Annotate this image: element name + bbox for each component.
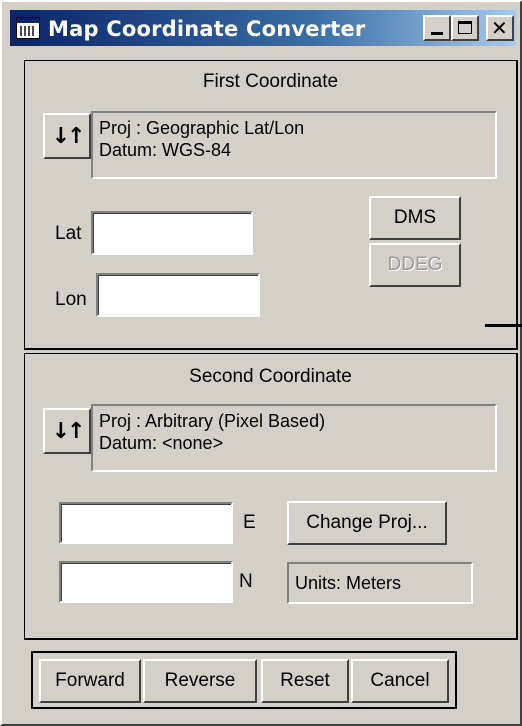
easting-label: E (243, 512, 256, 533)
second-coordinate-group: Second Coordinate ↓↑ Proj : Arbitrary (P… (24, 353, 518, 640)
first-projection-info: Proj : Geographic Lat/Lon Datum: WGS-84 (91, 111, 497, 179)
second-coordinate-title: Second Coordinate (189, 366, 352, 387)
maximize-icon (458, 21, 472, 34)
units-display: Units: Meters (287, 562, 473, 604)
swap-arrows-icon: ↓↑ (51, 123, 86, 149)
reset-button[interactable]: Reset (261, 659, 349, 703)
swap-arrows-icon: ↓↑ (51, 418, 86, 444)
first-datum-text: Datum: WGS-84 (99, 140, 232, 160)
forward-button[interactable]: Forward (39, 659, 141, 703)
second-datum-text: Datum: <none> (99, 433, 224, 453)
minimize-button[interactable] (423, 15, 451, 41)
reverse-button[interactable]: Reverse (143, 659, 257, 703)
easting-input[interactable] (59, 502, 233, 544)
dms-button[interactable]: DMS (369, 196, 461, 240)
close-button[interactable]: ✕ (486, 15, 514, 41)
lon-label: Lon (55, 289, 87, 310)
lon-input[interactable] (96, 273, 260, 317)
second-swap-button[interactable]: ↓↑ (43, 408, 91, 454)
first-coordinate-title: First Coordinate (202, 71, 339, 92)
lat-input[interactable] (91, 211, 253, 255)
maximize-button[interactable] (451, 15, 479, 41)
lat-label: Lat (55, 223, 82, 244)
northing-label: N (239, 571, 253, 592)
first-coordinate-group: First Coordinate ↓↑ Proj : Geographic La… (24, 60, 518, 350)
app-icon[interactable] (16, 17, 40, 39)
action-button-frame: Forward Reverse Reset Cancel (31, 651, 457, 709)
northing-input[interactable] (59, 561, 233, 603)
window-title: Map Coordinate Converter (48, 17, 366, 41)
minimize-icon (431, 32, 443, 35)
first-swap-button[interactable]: ↓↑ (43, 113, 91, 159)
cancel-button[interactable]: Cancel (351, 659, 449, 703)
converter-window: Map Coordinate Converter ✕ First Coordin… (0, 0, 522, 726)
change-proj-button[interactable]: Change Proj... (287, 501, 447, 545)
close-icon: ✕ (491, 16, 508, 40)
title-bar[interactable]: Map Coordinate Converter ✕ (10, 10, 516, 46)
second-projection-info: Proj : Arbitrary (Pixel Based) Datum: <n… (91, 404, 497, 472)
first-proj-text: Proj : Geographic Lat/Lon (99, 118, 305, 138)
second-proj-text: Proj : Arbitrary (Pixel Based) (99, 411, 326, 431)
divider-tick (485, 324, 522, 327)
ddeg-button[interactable]: DDEG (369, 243, 461, 287)
